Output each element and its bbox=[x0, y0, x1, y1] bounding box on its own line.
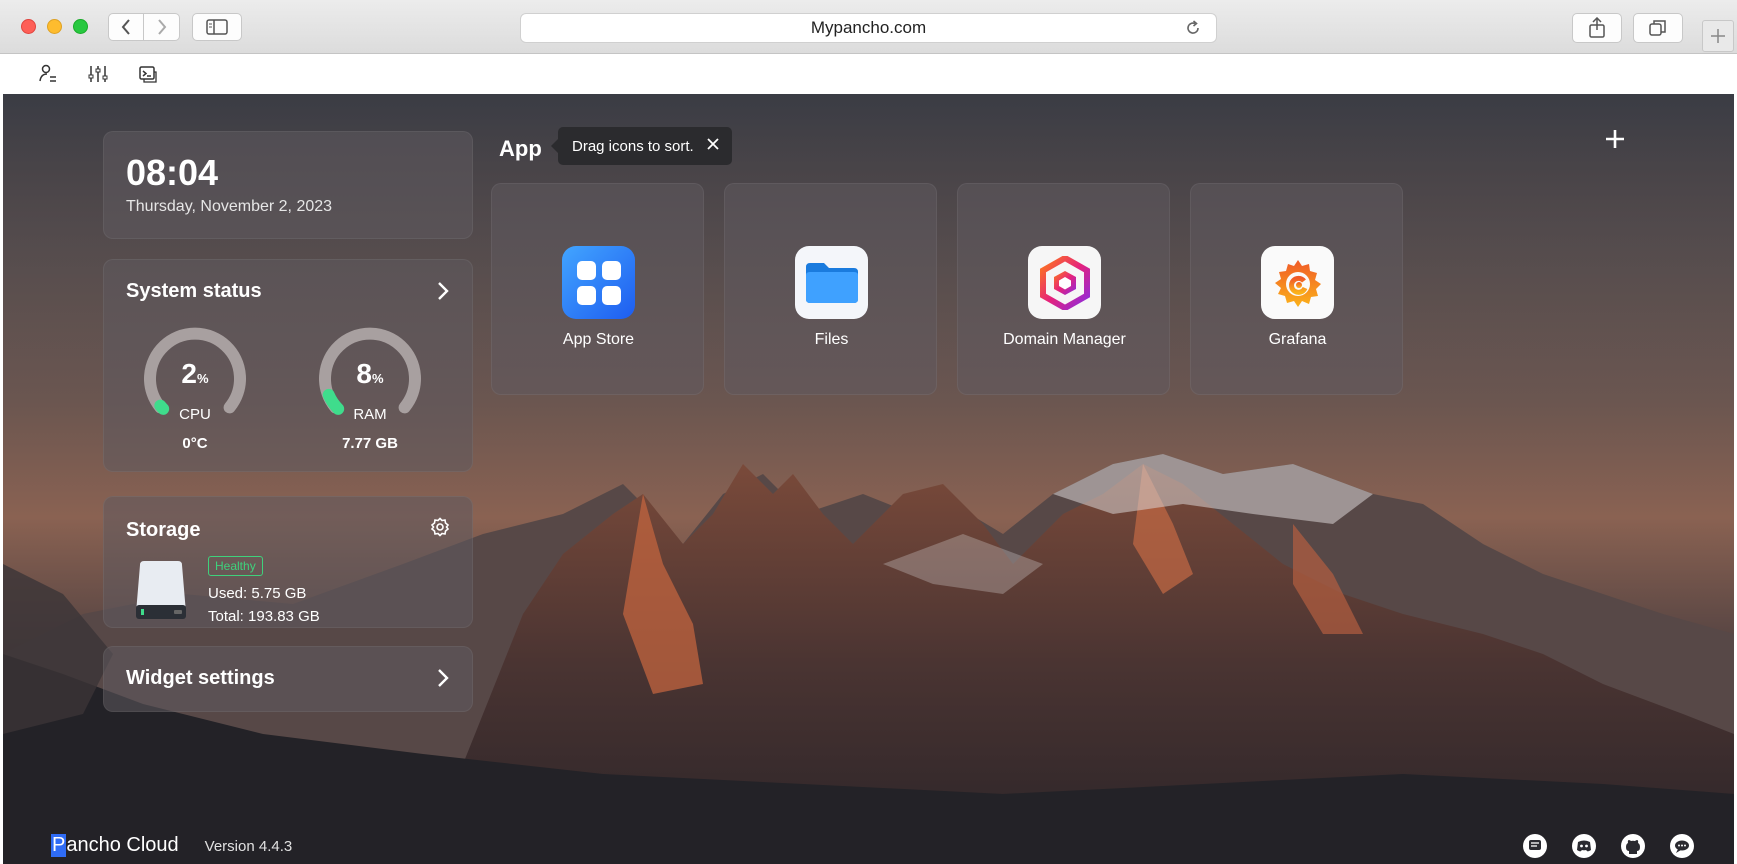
app-name: Grafana bbox=[1268, 331, 1327, 348]
app-store-icon bbox=[562, 246, 635, 319]
discord-button[interactable] bbox=[1568, 830, 1600, 862]
drag-sort-tooltip: Drag icons to sort. bbox=[551, 127, 732, 165]
app-tile-domain-manager[interactable]: Domain Manager bbox=[957, 183, 1170, 395]
feedback-icon bbox=[1523, 834, 1547, 858]
reload-icon bbox=[1187, 20, 1199, 34]
storage-widget: Storage Healthy Used: 5.75 GB Total: 193… bbox=[103, 496, 473, 628]
back-button[interactable] bbox=[108, 13, 144, 41]
app-section-title: App bbox=[499, 136, 542, 161]
github-button[interactable] bbox=[1617, 830, 1649, 862]
feedback-button[interactable] bbox=[1519, 830, 1551, 862]
share-icon bbox=[1589, 17, 1605, 38]
app-tile-grafana[interactable]: Grafana bbox=[1190, 183, 1403, 395]
sliders-button[interactable] bbox=[86, 62, 110, 86]
share-button[interactable] bbox=[1572, 13, 1622, 43]
ram-total: 7.77 GB bbox=[342, 435, 398, 452]
storage-total: Total: 193.83 GB bbox=[208, 608, 320, 625]
clock-time: 08:04 bbox=[126, 152, 219, 193]
widget-settings-open[interactable] bbox=[436, 667, 450, 694]
app-name: Domain Manager bbox=[1003, 331, 1126, 348]
ram-label: RAM bbox=[353, 406, 387, 423]
system-status-title: System status bbox=[126, 280, 262, 302]
tooltip-close-button[interactable] bbox=[706, 137, 720, 155]
chevron-right-icon bbox=[438, 669, 449, 687]
storage-health-badge: Healthy bbox=[208, 556, 263, 576]
github-icon bbox=[1621, 834, 1645, 858]
domain-manager-icon bbox=[1028, 246, 1101, 319]
new-tab-button[interactable] bbox=[1702, 20, 1734, 52]
footer-links bbox=[1519, 830, 1698, 862]
storage-settings-button[interactable] bbox=[430, 517, 450, 542]
back-icon bbox=[121, 19, 130, 35]
storage-used: Used: 5.75 GB bbox=[208, 585, 307, 602]
close-window-button[interactable] bbox=[21, 19, 36, 34]
folder-icon bbox=[795, 246, 868, 319]
chat-icon bbox=[1670, 834, 1694, 858]
clock-widget: 08:04 Thursday, November 2, 2023 bbox=[103, 131, 473, 239]
ram-percent: 8% bbox=[356, 358, 384, 389]
forward-button[interactable] bbox=[144, 13, 180, 41]
brand-logo[interactable]: Pancho Cloud bbox=[51, 834, 179, 857]
app-tile-app-store[interactable]: App Store bbox=[491, 183, 704, 395]
cpu-label: CPU bbox=[179, 406, 211, 423]
add-app-button[interactable] bbox=[1604, 128, 1626, 155]
discord-icon bbox=[1572, 834, 1596, 858]
app-name: Files bbox=[814, 331, 849, 348]
user-list-button[interactable] bbox=[36, 62, 60, 86]
forward-icon bbox=[157, 19, 166, 35]
bookmarks-toolbar bbox=[0, 54, 1737, 94]
plus-icon bbox=[1606, 130, 1624, 148]
cpu-temperature: 0°C bbox=[182, 435, 208, 452]
close-icon bbox=[707, 138, 719, 150]
terminal-button[interactable] bbox=[136, 62, 160, 86]
widget-settings-title: Widget settings bbox=[126, 667, 275, 689]
clock-date: Thursday, November 2, 2023 bbox=[126, 198, 333, 215]
tooltip-text: Drag icons to sort. bbox=[572, 137, 694, 155]
footer-brand: Pancho Cloud Version 4.4.3 bbox=[51, 834, 292, 857]
tabs-icon bbox=[1649, 20, 1666, 36]
chevron-right-icon bbox=[438, 282, 449, 300]
url-text: Mypancho.com bbox=[810, 18, 927, 37]
zoom-window-button[interactable] bbox=[73, 19, 88, 34]
minimize-window-button[interactable] bbox=[47, 19, 62, 34]
reload-button[interactable] bbox=[1184, 19, 1202, 42]
address-bar[interactable]: Mypancho.com bbox=[520, 13, 1217, 43]
chat-button[interactable] bbox=[1666, 830, 1698, 862]
widget-settings-button[interactable]: Widget settings bbox=[103, 646, 473, 712]
ram-gauge: 8% RAM 7.77 GB bbox=[315, 322, 425, 452]
sidebar-icon bbox=[206, 19, 228, 35]
hard-disk-icon bbox=[134, 559, 188, 626]
tab-overview-button[interactable] bbox=[1633, 13, 1683, 43]
dashboard: 08:04 Thursday, November 2, 2023 System … bbox=[3, 94, 1734, 864]
terminal-icon bbox=[139, 66, 157, 83]
user-list-icon bbox=[39, 64, 56, 82]
sliders-icon bbox=[88, 66, 108, 82]
window-controls bbox=[21, 19, 88, 34]
storage-title: Storage bbox=[126, 519, 201, 541]
history-navigation bbox=[108, 13, 180, 41]
plus-icon bbox=[1711, 29, 1725, 43]
gear-icon bbox=[430, 517, 450, 537]
grafana-icon bbox=[1261, 246, 1334, 319]
app-tile-files[interactable]: Files bbox=[724, 183, 937, 395]
cpu-percent: 2% bbox=[181, 358, 209, 389]
system-status-open-button[interactable] bbox=[436, 280, 450, 307]
cpu-gauge: 2% CPU 0°C bbox=[140, 322, 250, 452]
browser-toolbar: Mypancho.com bbox=[0, 0, 1737, 54]
version-label: Version 4.4.3 bbox=[204, 838, 293, 855]
system-status-widget[interactable]: System status 2% CPU 0°C 8% RAM 7.77 GB bbox=[103, 259, 473, 472]
app-name: App Store bbox=[562, 331, 635, 348]
sidebar-toggle-button[interactable] bbox=[192, 13, 242, 41]
